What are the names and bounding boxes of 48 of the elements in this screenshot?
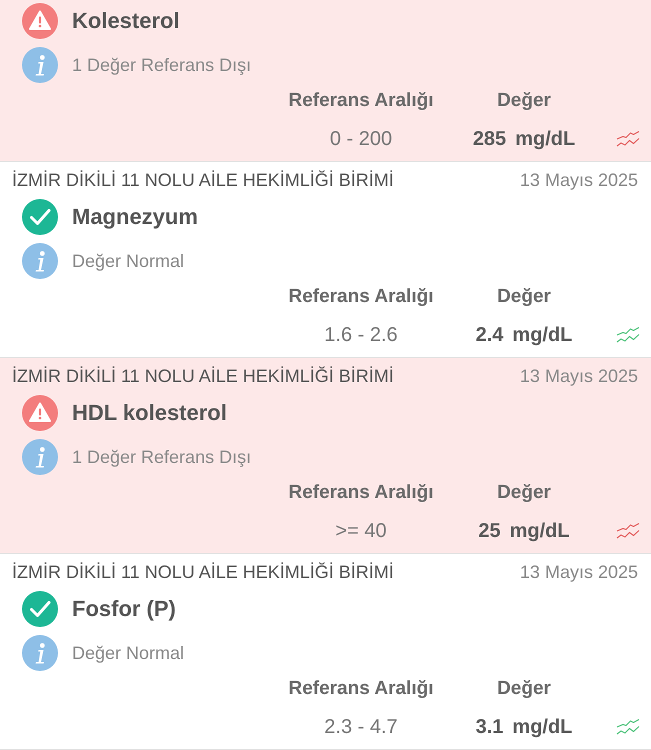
checkmark-icon bbox=[22, 199, 58, 235]
reference-range: 2.3 - 4.7 bbox=[324, 715, 398, 739]
trend-icon[interactable] bbox=[616, 130, 640, 148]
reference-range: 1.6 - 2.6 bbox=[324, 323, 398, 347]
test-name: Kolesterol bbox=[72, 7, 180, 35]
status-note: 1 Değer Referans Dışı bbox=[72, 446, 252, 469]
result-unit: mg/dL bbox=[512, 323, 572, 347]
reference-header: Referans Aralığı bbox=[288, 678, 434, 700]
result-value: 25 bbox=[478, 519, 501, 543]
status-note: Değer Normal bbox=[72, 642, 184, 665]
trend-icon[interactable] bbox=[616, 718, 640, 736]
info-icon bbox=[22, 635, 58, 671]
clinic-name: İZMİR DİKİLİ 11 NOLU AİLE HEKİMLİĞİ BİRİMİ bbox=[12, 561, 394, 584]
reference-header: Referans Aralığı bbox=[288, 90, 434, 112]
info-icon bbox=[22, 243, 58, 279]
result-value: 2.4 bbox=[476, 323, 504, 347]
result-date: 13 Mayıs 2025 bbox=[520, 561, 638, 584]
clinic-name: İZMİR DİKİLİ 11 NOLU AİLE HEKİMLİĞİ BİRİMİ bbox=[12, 365, 394, 388]
value-header: Değer bbox=[497, 678, 551, 700]
checkmark-icon bbox=[22, 591, 58, 627]
result-card[interactable]: Kolesterol 1 Değer Referans Dışı Referans Aralığı Değer 0 - 200 285 mg/dL bbox=[0, 0, 651, 162]
result-value: 285 bbox=[472, 127, 506, 151]
result-date: 13 Mayıs 2025 bbox=[520, 365, 638, 388]
value-header: Değer bbox=[497, 286, 551, 308]
result-date: 13 Mayıs 2025 bbox=[520, 169, 638, 192]
result-unit: mg/dL bbox=[515, 127, 576, 151]
result-card[interactable]: İZMİR DİKİLİ 11 NOLU AİLE HEKİMLİĞİ BİRİMİ 13 Mayıs 2025 HDL kolesterol 1 Değer Referans Dışı Referans Aralığı Değer >= 40 25 mg/dL bbox=[0, 358, 651, 554]
status-note: Değer Normal bbox=[72, 250, 184, 273]
value-header: Değer bbox=[497, 90, 551, 112]
test-name: Magnezyum bbox=[72, 203, 198, 231]
warning-icon bbox=[22, 395, 58, 431]
result-unit: mg/dL bbox=[512, 715, 572, 739]
reference-range: >= 40 bbox=[335, 519, 387, 543]
trend-icon[interactable] bbox=[616, 326, 640, 344]
reference-range: 0 - 200 bbox=[330, 127, 392, 151]
test-name: Fosfor (P) bbox=[72, 595, 176, 623]
info-icon bbox=[22, 47, 58, 83]
clinic-name: İZMİR DİKİLİ 11 NOLU AİLE HEKİMLİĞİ BİRİMİ bbox=[12, 169, 394, 192]
info-icon bbox=[22, 439, 58, 475]
trend-icon[interactable] bbox=[616, 522, 640, 540]
result-value: 3.1 bbox=[476, 715, 504, 739]
value-header: Değer bbox=[497, 482, 551, 504]
status-note: 1 Değer Referans Dışı bbox=[72, 54, 252, 77]
test-name: HDL kolesterol bbox=[72, 399, 227, 427]
reference-header: Referans Aralığı bbox=[288, 482, 434, 504]
reference-header: Referans Aralığı bbox=[288, 286, 434, 308]
warning-icon bbox=[22, 3, 58, 39]
result-unit: mg/dL bbox=[510, 519, 570, 543]
